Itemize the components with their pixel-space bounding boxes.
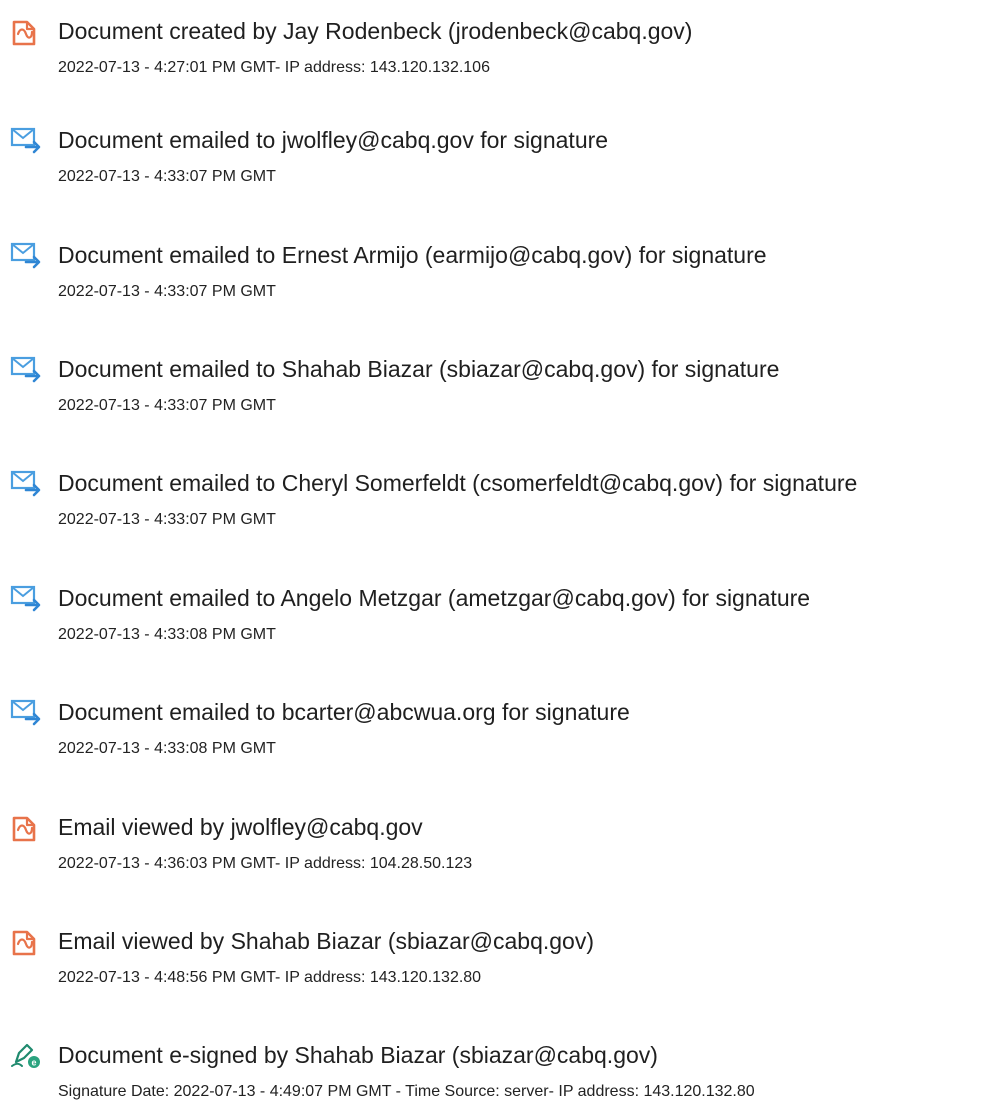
event-title: Email viewed by Shahab Biazar (sbiazar@c… [58, 928, 594, 954]
email-sent-icon [8, 583, 44, 613]
document-icon [8, 16, 44, 46]
e-sign-icon: e [8, 1040, 44, 1070]
event-title: Document emailed to Ernest Armijo (earmi… [58, 242, 767, 268]
audit-event: e Document e-signed by Shahab Biazar (sb… [0, 1040, 987, 1120]
email-sent-icon [8, 354, 44, 384]
event-title: Document emailed to Angelo Metzgar (amet… [58, 585, 811, 611]
event-detail: 2022-07-13 - 4:33:08 PM GMT [58, 740, 276, 757]
event-detail: 2022-07-13 - 4:33:07 PM GMT [58, 397, 276, 414]
event-title: Email viewed by jwolfley@cabq.gov [58, 814, 423, 840]
email-sent-icon [8, 240, 44, 270]
email-sent-icon [8, 125, 44, 155]
document-icon [8, 926, 44, 956]
audit-event: Document emailed to jwolfley@cabq.gov fo… [0, 125, 987, 205]
audit-event: Document created by Jay Rodenbeck (jrode… [0, 16, 987, 96]
audit-event: Document emailed to Shahab Biazar (sbiaz… [0, 354, 987, 434]
audit-event: Document emailed to Angelo Metzgar (amet… [0, 583, 987, 663]
event-detail: 2022-07-13 - 4:33:08 PM GMT [58, 626, 276, 643]
document-icon [8, 812, 44, 842]
audit-event: Document emailed to bcarter@abcwua.org f… [0, 697, 987, 777]
event-detail: 2022-07-13 - 4:33:07 PM GMT [58, 511, 276, 528]
audit-event: Email viewed by Shahab Biazar (sbiazar@c… [0, 926, 987, 1006]
event-detail: Signature Date: 2022-07-13 - 4:49:07 PM … [58, 1083, 755, 1100]
event-detail: 2022-07-13 - 4:27:01 PM GMT- IP address:… [58, 59, 490, 76]
svg-text:e: e [31, 1058, 36, 1068]
event-title: Document emailed to bcarter@abcwua.org f… [58, 699, 630, 725]
audit-event: Email viewed by jwolfley@cabq.gov 2022-0… [0, 812, 987, 892]
event-detail: 2022-07-13 - 4:33:07 PM GMT [58, 168, 276, 185]
event-title: Document created by Jay Rodenbeck (jrode… [58, 18, 693, 44]
audit-event: Document emailed to Ernest Armijo (earmi… [0, 240, 987, 320]
event-title: Document emailed to Shahab Biazar (sbiaz… [58, 356, 780, 382]
email-sent-icon [8, 468, 44, 498]
event-title: Document e-signed by Shahab Biazar (sbia… [58, 1042, 658, 1068]
event-title: Document emailed to Cheryl Somerfeldt (c… [58, 470, 858, 496]
event-detail: 2022-07-13 - 4:48:56 PM GMT- IP address:… [58, 969, 482, 986]
event-detail: 2022-07-13 - 4:33:07 PM GMT [58, 283, 276, 300]
event-detail: 2022-07-13 - 4:36:03 PM GMT- IP address:… [58, 855, 473, 872]
event-title: Document emailed to jwolfley@cabq.gov fo… [58, 127, 609, 153]
audit-event: Document emailed to Cheryl Somerfeldt (c… [0, 468, 987, 548]
email-sent-icon [8, 697, 44, 727]
